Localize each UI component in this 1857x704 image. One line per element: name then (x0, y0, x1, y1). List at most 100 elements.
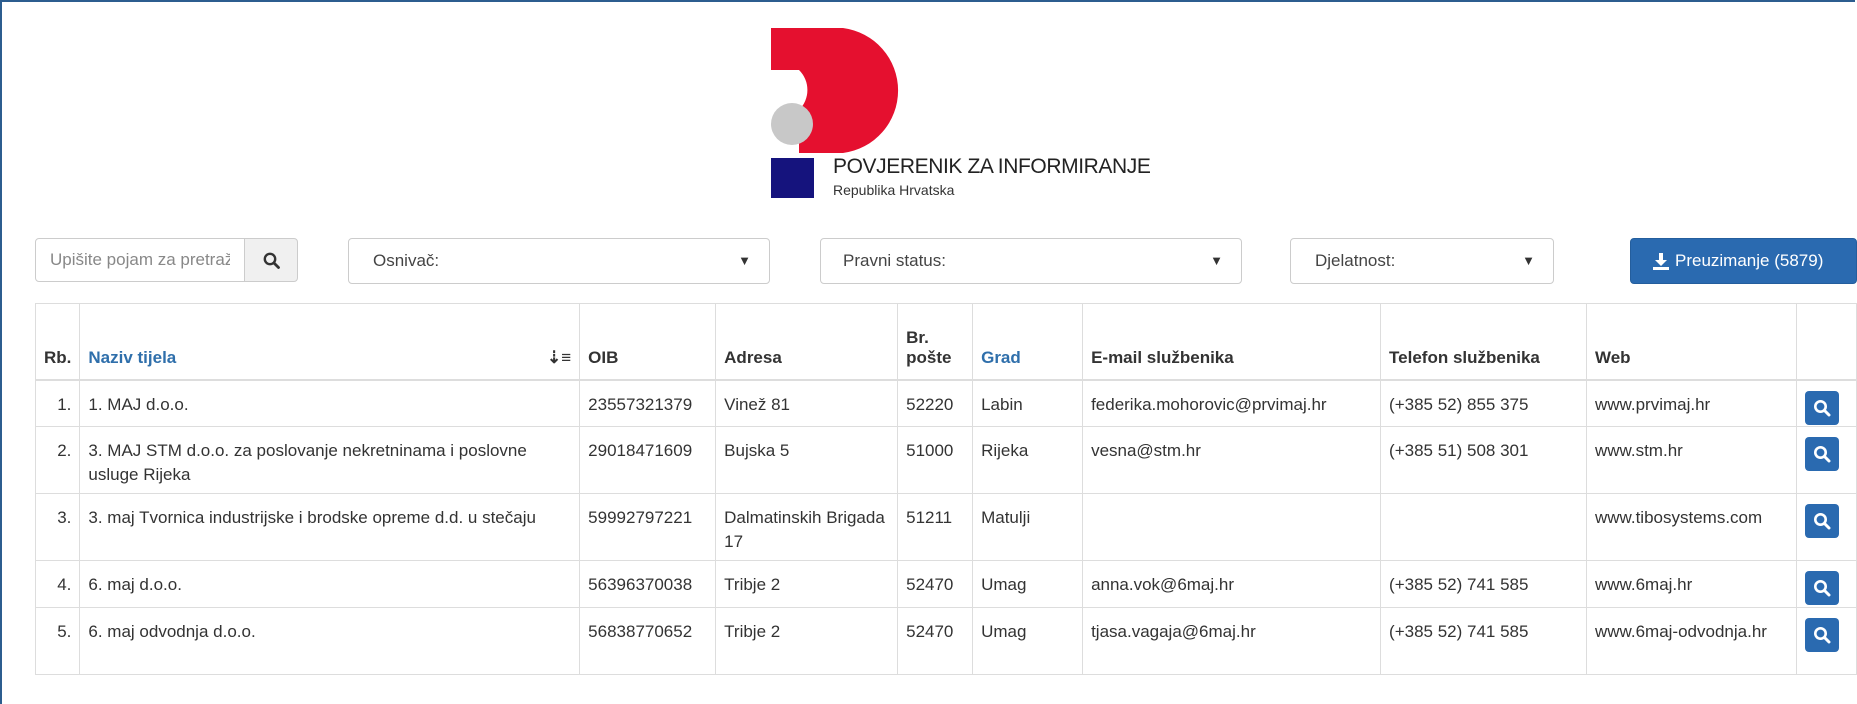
cell-telefon: (+385 52) 741 585 (1380, 607, 1587, 675)
col-naziv[interactable]: Naziv tijela ⇣≡ (79, 303, 581, 381)
col-br-poste-line2: pošte (906, 347, 952, 367)
col-telefon: Telefon službenika (1380, 303, 1587, 381)
cell-posta: 52220 (897, 379, 974, 427)
cell-naziv: 6. maj d.o.o. (79, 560, 581, 608)
cell-oib: 59992797221 (579, 493, 717, 561)
col-actions (1795, 303, 1857, 381)
cell-posta: 51000 (897, 426, 974, 494)
table-row: 2. 3. MAJ STM d.o.o. za poslovanje nekre… (34, 426, 1857, 494)
results-table: Rb. Naziv tijela ⇣≡ OIB Adresa Br. pošte… (34, 303, 1857, 675)
col-grad[interactable]: Grad (972, 303, 1084, 381)
sort-icon[interactable]: ⇣≡ (547, 348, 571, 368)
cell-grad: Matulji (972, 493, 1084, 561)
cell-web: www.prvimaj.hr (1585, 379, 1797, 427)
cell-oib: 29018471609 (579, 426, 717, 494)
search-icon (1813, 399, 1831, 416)
djelatnost-select[interactable]: Djelatnost: ▼ (1290, 238, 1554, 284)
cell-rb: 4. (34, 560, 81, 608)
cell-email: federika.mohorovic@prvimaj.hr (1082, 379, 1382, 427)
chevron-down-icon: ▼ (1210, 253, 1223, 268)
cell-telefon: (+385 51) 508 301 (1380, 426, 1587, 494)
view-details-button[interactable] (1804, 571, 1839, 605)
col-adresa: Adresa (715, 303, 899, 381)
cell-adresa: Dalmatinskih Brigada 17 (715, 493, 899, 561)
osnivac-label: Osnivač: (373, 251, 440, 270)
cell-posta: 52470 (897, 560, 974, 608)
logo: POVJERENIK ZA INFORMIRANJE Republika Hrv… (771, 28, 1191, 203)
view-details-button[interactable] (1804, 390, 1839, 425)
col-email: E-mail službenika (1082, 303, 1382, 381)
chevron-down-icon: ▼ (1522, 253, 1535, 268)
search-icon (1813, 580, 1831, 597)
cell-rb: 2. (34, 426, 81, 494)
cell-grad: Rijeka (972, 426, 1084, 494)
cell-naziv: 3. MAJ STM d.o.o. za poslovanje nekretni… (79, 426, 581, 494)
search-icon (263, 252, 280, 269)
logo-square (771, 158, 814, 198)
cell-adresa: Bujska 5 (715, 426, 899, 494)
cell-web: www.6maj-odvodnja.hr (1585, 607, 1797, 675)
osnivac-select[interactable]: Osnivač: ▼ (348, 238, 770, 284)
cell-telefon: (+385 52) 855 375 (1380, 379, 1587, 427)
cell-actions (1795, 493, 1857, 561)
cell-naziv: 3. maj Tvornica industrijske i brodske o… (79, 493, 581, 561)
view-details-button[interactable] (1804, 504, 1839, 538)
cell-actions (1795, 426, 1857, 494)
cell-rb: 5. (34, 607, 81, 675)
cell-web: www.tibosystems.com (1585, 493, 1797, 561)
cell-telefon: (+385 52) 741 585 (1380, 560, 1587, 608)
cell-naziv: 1. MAJ d.o.o. (79, 379, 581, 427)
cell-actions (1795, 607, 1857, 675)
table-row: 3. 3. maj Tvornica industrijske i brodsk… (34, 493, 1857, 561)
cell-naziv: 6. maj odvodnja d.o.o. (79, 607, 581, 675)
cell-adresa: Tribje 2 (715, 560, 899, 608)
cell-posta: 51211 (897, 493, 974, 561)
view-details-button[interactable] (1804, 437, 1839, 471)
search-icon (1813, 627, 1831, 644)
cell-adresa: Vinež 81 (715, 379, 899, 427)
cell-oib: 56838770652 (579, 607, 717, 675)
search-input[interactable] (35, 238, 245, 282)
search-icon (1813, 446, 1831, 463)
cell-email: tjasa.vagaja@6maj.hr (1082, 607, 1382, 675)
cell-oib: 56396370038 (579, 560, 717, 608)
table-row: 5. 6. maj odvodnja d.o.o. 56838770652 Tr… (34, 607, 1857, 675)
cell-rb: 3. (34, 493, 81, 561)
cell-actions (1795, 560, 1857, 608)
logo-circle (771, 103, 813, 145)
search-button[interactable] (244, 238, 298, 282)
cell-web: www.6maj.hr (1585, 560, 1797, 608)
col-naziv-label: Naziv tijela (88, 347, 177, 367)
pravni-status-label: Pravni status: (843, 251, 946, 270)
cell-oib: 23557321379 (579, 379, 717, 427)
logo-subtitle: Republika Hrvatska (833, 182, 955, 198)
cell-actions (1795, 379, 1857, 427)
cell-email: anna.vok@6maj.hr (1082, 560, 1382, 608)
view-details-button[interactable] (1804, 618, 1839, 652)
col-rb: Rb. (34, 303, 81, 381)
search-icon (1813, 513, 1831, 530)
cell-posta: 52470 (897, 607, 974, 675)
chevron-down-icon: ▼ (738, 253, 751, 268)
table-header-row: Rb. Naziv tijela ⇣≡ OIB Adresa Br. pošte… (34, 303, 1857, 381)
download-button[interactable]: Preuzimanje (5879) (1630, 238, 1857, 284)
cell-grad: Umag (972, 560, 1084, 608)
cell-rb: 1. (34, 379, 81, 427)
cell-telefon (1380, 493, 1587, 561)
cell-web: www.stm.hr (1585, 426, 1797, 494)
cell-grad: Labin (972, 379, 1084, 427)
download-icon (1653, 252, 1669, 270)
cell-email: vesna@stm.hr (1082, 426, 1382, 494)
table-row: 1. 1. MAJ d.o.o. 23557321379 Vinež 81 52… (34, 379, 1857, 427)
download-label: Preuzimanje (5879) (1675, 251, 1824, 270)
col-web: Web (1585, 303, 1797, 381)
logo-title: POVJERENIK ZA INFORMIRANJE (833, 155, 1151, 178)
cell-adresa: Tribje 2 (715, 607, 899, 675)
pravni-status-select[interactable]: Pravni status: ▼ (820, 238, 1242, 284)
col-br-poste: Br. pošte (897, 303, 974, 381)
table-row: 4. 6. maj d.o.o. 56396370038 Tribje 2 52… (34, 560, 1857, 608)
cell-grad: Umag (972, 607, 1084, 675)
search-group (35, 238, 298, 284)
djelatnost-label: Djelatnost: (1315, 251, 1396, 270)
cell-email (1082, 493, 1382, 561)
